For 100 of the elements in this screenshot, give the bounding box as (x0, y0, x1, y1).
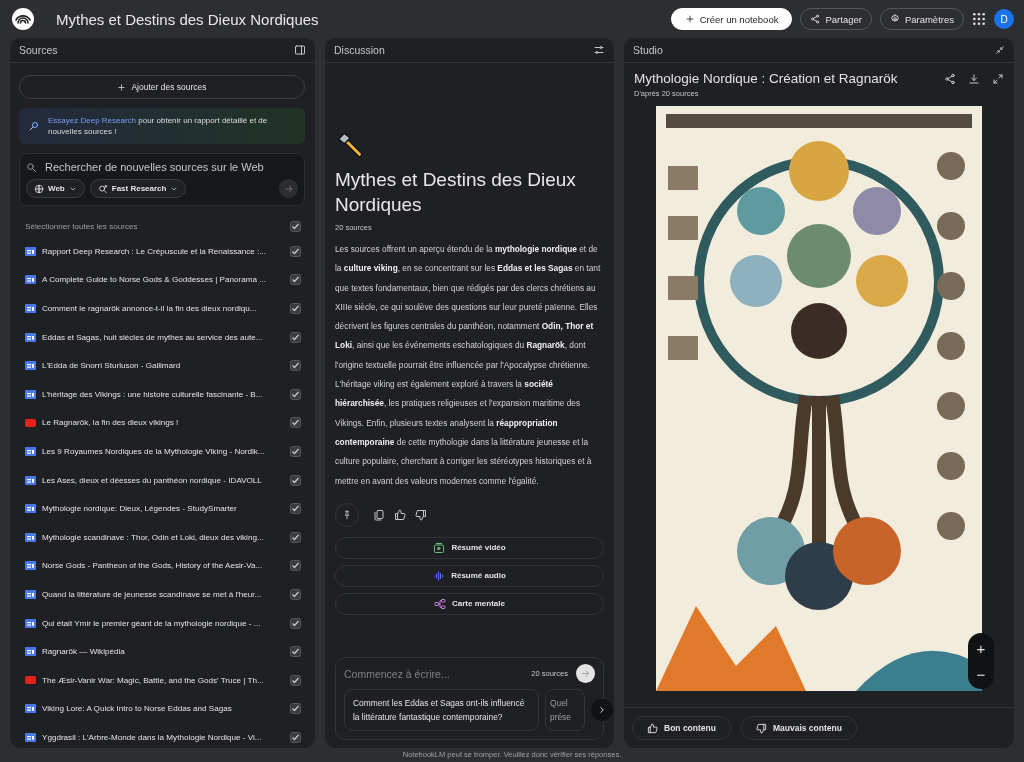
source-title[interactable]: A Complete Guide to Norse Gods & Goddesses | Panorama ... (42, 275, 284, 285)
mind-map-icon (434, 597, 447, 610)
video-summary-button[interactable]: Résumé vidéo (335, 536, 604, 559)
collapse-icon[interactable] (995, 45, 1005, 55)
checkbox[interactable] (290, 588, 301, 600)
add-sources-button[interactable]: Ajouter des sources (19, 75, 305, 99)
source-title[interactable]: Ragnarök — Wikipédia (42, 647, 284, 657)
sparkle-search-icon (97, 183, 108, 194)
settings-button[interactable]: Paramètres (879, 8, 964, 30)
source-title[interactable]: Comment le ragnarök annonce-t-il la fin des dieux nordiqu... (42, 304, 284, 313)
source-title[interactable]: Qui était Ymir le premier géant de la mythologie nordique - ... (42, 618, 284, 628)
web-page-icon (25, 275, 36, 285)
arrow-right-icon (283, 183, 294, 194)
side-panel-icon[interactable] (294, 44, 306, 56)
send-button[interactable] (576, 664, 595, 683)
apps-grid-icon[interactable] (972, 12, 986, 26)
checkbox[interactable] (290, 731, 301, 743)
zoom-in-button[interactable]: + (970, 637, 992, 659)
source-type-dropdown[interactable]: Web (26, 179, 85, 198)
source-title[interactable]: Mythologie nordique: Dieux, Légendes - StudySmarter (42, 504, 284, 514)
panel-title: Discussion (334, 44, 385, 56)
notebook-title: Mythes et Destins des Dieux Nordiques (56, 10, 320, 28)
web-page-icon (25, 361, 36, 371)
checkbox[interactable] (290, 646, 301, 658)
thumbs-up-icon[interactable] (394, 508, 406, 521)
checkbox[interactable] (290, 617, 301, 629)
zoom-out-button[interactable]: − (970, 663, 992, 685)
bad-content-button[interactable]: Mauvais contenu (740, 716, 857, 740)
thumbs-up-icon (647, 722, 658, 734)
download-icon[interactable] (968, 72, 980, 85)
checkbox[interactable] (290, 445, 301, 457)
share-button[interactable]: Partager (800, 8, 872, 30)
web-page-icon (25, 304, 36, 313)
magnifier-icon (28, 120, 40, 132)
deep-research-text: Essayez Deep Research pour obtenir un rapport détaillé et de nouvelles sources ! (48, 115, 269, 137)
web-page-icon (25, 704, 36, 714)
mindmap-summary-button[interactable]: Carte mentale (335, 592, 604, 615)
checkbox[interactable] (290, 560, 301, 572)
user-avatar[interactable]: D (994, 9, 1014, 29)
sound-wave-icon (433, 569, 446, 582)
checkbox[interactable] (290, 360, 301, 372)
thumbs-down-icon[interactable] (415, 508, 427, 521)
thumbs-down-icon (755, 722, 767, 734)
checkbox[interactable] (290, 245, 301, 257)
source-title[interactable]: L'Edda de Snorri Sturluson - Gallimard (42, 361, 284, 371)
checkbox[interactable] (290, 388, 301, 400)
web-page-icon (25, 389, 36, 399)
video-icon (25, 676, 36, 685)
source-title[interactable]: L'héritage des Vikings : une histoire culturelle fascinante - B... (42, 389, 284, 399)
share-icon[interactable] (944, 72, 956, 85)
source-title[interactable]: Les Ases, dieux et déesses du panthéon nordique - IDAVOLL (42, 475, 284, 485)
source-title[interactable]: Le Ragnarök, la fin des dieux vikings ! (42, 418, 284, 428)
settings-icon (889, 14, 900, 24)
web-page-icon (25, 332, 36, 342)
web-page-icon (25, 647, 36, 657)
panel-title: Sources (19, 44, 58, 56)
share-icon (810, 14, 821, 24)
suggested-question[interactable]: Comment les Eddas et Sagas ont-ils influencé la littérature fantastique contemporaine? (344, 689, 539, 731)
source-title[interactable]: Rapport Deep Research : Le Crépuscule et la Renaissance :... (42, 246, 284, 256)
checkbox[interactable] (290, 220, 301, 232)
expand-icon[interactable] (992, 72, 1004, 85)
copy-icon[interactable] (373, 508, 385, 521)
checkbox[interactable] (290, 531, 301, 543)
video-icon (25, 418, 36, 427)
select-all-label: Sélectionner toutes les sources (25, 221, 139, 231)
source-title[interactable]: Eddas et Sagas, huit siècles de mythes au service des aute... (42, 332, 284, 342)
web-page-icon (25, 589, 36, 599)
create-notebook-button[interactable]: Créer un notebook (670, 8, 793, 30)
source-title[interactable]: Quand la littérature de jeunesse scandinave se met à l'heur... (42, 589, 284, 599)
research-mode-dropdown[interactable]: Fast Research (89, 179, 187, 198)
good-content-button[interactable]: Bon contenu (632, 716, 731, 740)
search-icon (26, 161, 37, 173)
source-title[interactable]: Mythologie scandinave : Thor, Odin et Loki, dieux des viking... (42, 532, 284, 542)
web-page-icon (25, 732, 36, 742)
source-title[interactable]: Norse Gods - Pantheon of the Gods, History of the Aesir-Va... (42, 561, 284, 571)
chevron-right-icon (597, 705, 607, 715)
suggested-question[interactable]: Quel prése (545, 689, 585, 731)
search-input[interactable]: Rechercher de nouvelles sources sur le Web (45, 161, 298, 173)
app-logo-icon[interactable] (12, 8, 34, 30)
checkbox[interactable] (290, 674, 301, 686)
chat-input[interactable]: Commencez à écrire... (344, 667, 524, 680)
checkbox[interactable] (290, 474, 301, 486)
web-page-icon (25, 618, 36, 628)
checkbox[interactable] (290, 503, 301, 515)
checkbox[interactable] (290, 417, 301, 429)
checkbox[interactable] (290, 703, 301, 715)
checkbox[interactable] (290, 274, 301, 286)
web-page-icon (25, 246, 36, 256)
source-title[interactable]: The Æsir-Vanir War: Magic, Battle, and the Gods' Truce | Th... (42, 675, 284, 685)
sliders-icon[interactable] (593, 44, 605, 56)
web-page-icon (25, 446, 36, 456)
audio-summary-button[interactable]: Résumé audio (335, 564, 604, 587)
source-title[interactable]: Yggdrasil : L'Arbre-Monde dans la Mythologie Nordique - Vi... (42, 732, 284, 742)
checkbox[interactable] (290, 303, 301, 314)
source-title[interactable]: Les 9 Royaumes Nordiques de la Mythologie Viking - Nordik... (42, 446, 284, 456)
checkbox[interactable] (290, 331, 301, 343)
source-title[interactable]: Viking Lore: A Quick Intro to Norse Eddas and Sagas (42, 704, 284, 714)
deep-research-link[interactable]: Essayez Deep Research (48, 116, 137, 125)
notebook-summary: Les sources offrent un aperçu étendu de la mythologie nordique et de la culture viking, en se concentrant sur les Eddas et les Sagas en tant que textes fondamentaux, bien que rédigés par des clercs chrétiens au XIIIe siècle, ce qui soulève des questions sur leur pureté païenne. Elles décrivent les figures centrales du panthéon, notamment Odin, Thor et Loki, ainsi que les événements eschatologiques du Ragnarök, dont l'origine textuelle pourrait être influencée par l'Apocalypse chrétienne. L'héritage viking est également exploré à travers la société hiérarchisée, les pratiques religieuses et l'expansion maritime des Vikings. Enfin, plusieurs textes analysent la réappropriation contemporaine de cette mythologie dans la littérature jeunesse et la culture populaire, cherchant à corriger les stéréotypes historiques et à mettre en avant des valeurs modernes comme l'égalité. (335, 243, 602, 488)
video-screen-icon (433, 541, 446, 554)
